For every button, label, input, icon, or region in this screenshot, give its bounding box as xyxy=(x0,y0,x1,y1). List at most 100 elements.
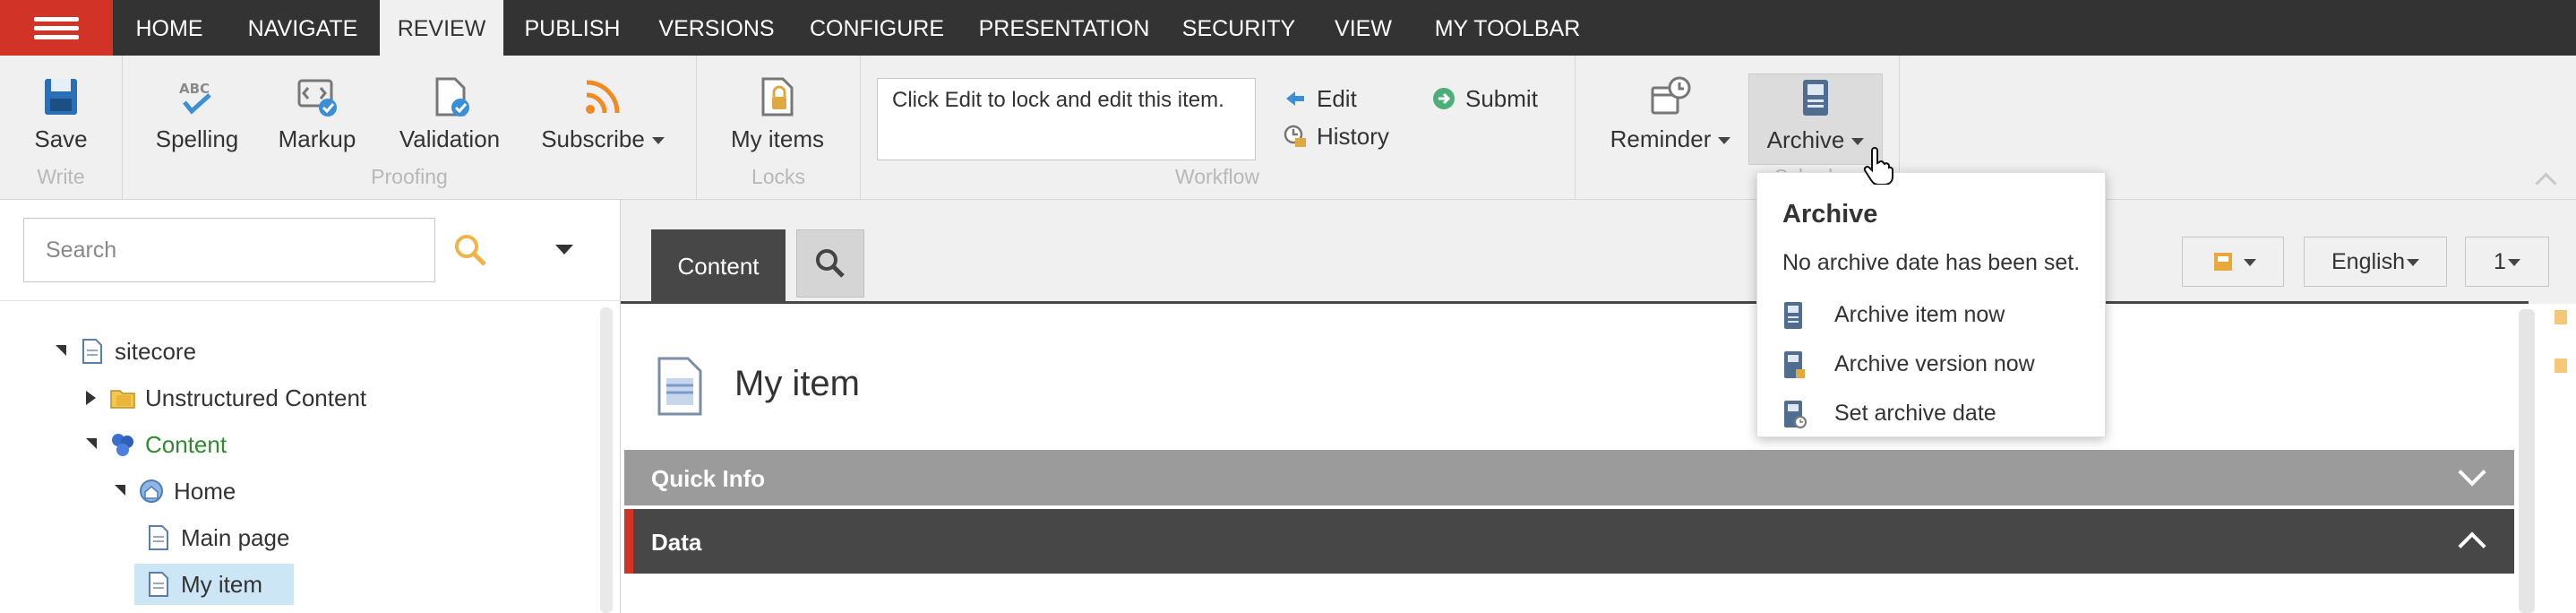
option-label: Archive version now xyxy=(1834,351,2035,376)
chevron-up-icon[interactable] xyxy=(2458,531,2486,560)
subscribe-button[interactable]: Subscribe xyxy=(537,75,668,161)
search-input[interactable] xyxy=(23,218,435,282)
tree-collapse-arrow-icon[interactable] xyxy=(115,485,125,496)
group-label-locks: Locks xyxy=(751,165,806,188)
content-cubes-icon xyxy=(112,434,133,456)
reminder-clock-icon xyxy=(1651,76,1691,115)
item-document-icon xyxy=(657,357,702,416)
spelling-icon: ABC xyxy=(179,81,211,115)
top-navigation-bar: HOME NAVIGATE REVIEW PUBLISH VERSIONS CO… xyxy=(0,0,2576,56)
save-button[interactable]: Save xyxy=(16,75,106,161)
markup-label: Markup xyxy=(278,125,356,152)
tab-search[interactable] xyxy=(796,229,864,298)
tree-node-home[interactable]: Home xyxy=(115,471,383,512)
archive-icon xyxy=(1803,80,1828,116)
save-label: Save xyxy=(34,125,88,152)
tree-node-label: My item xyxy=(181,571,262,598)
validation-icon xyxy=(435,77,469,117)
folder-icon xyxy=(110,390,135,409)
submit-arrow-icon xyxy=(1433,88,1455,109)
my-items-button[interactable]: My items xyxy=(726,75,829,161)
content-scrollbar[interactable] xyxy=(2519,309,2535,613)
section-quick-info[interactable]: Quick Info xyxy=(624,450,2514,505)
version-value: 1 xyxy=(2494,249,2506,274)
document-icon xyxy=(82,339,102,364)
validation-marker[interactable] xyxy=(2555,310,2567,324)
tab-review[interactable]: REVIEW xyxy=(380,0,503,56)
home-globe-icon xyxy=(140,479,163,503)
history-icon xyxy=(1284,125,1306,147)
reminder-label: Reminder xyxy=(1610,125,1712,152)
rss-feed-icon xyxy=(586,80,620,114)
tree-node-label: Main page xyxy=(181,524,290,551)
tab-view[interactable]: VIEW xyxy=(1311,0,1415,56)
tab-configure[interactable]: CONFIGURE xyxy=(792,0,962,56)
markup-button[interactable]: Markup xyxy=(270,75,364,161)
tree-expand-arrow-icon[interactable] xyxy=(86,391,96,405)
tree-node-sitecore[interactable]: sitecore xyxy=(56,331,324,372)
chevron-down-icon xyxy=(1718,137,1731,145)
option-label: Archive item now xyxy=(1834,302,2005,327)
main-menu-button[interactable] xyxy=(0,0,113,56)
search-options-dropdown-icon[interactable] xyxy=(555,245,573,255)
tree-collapse-arrow-icon[interactable] xyxy=(56,345,66,356)
layout-icon xyxy=(2214,253,2232,271)
tab-navigate[interactable]: NAVIGATE xyxy=(226,0,380,56)
group-label-proofing: Proofing xyxy=(371,165,448,188)
layout-dropdown-button[interactable] xyxy=(2182,237,2284,287)
popup-description: No archive date has been set. xyxy=(1782,250,2081,275)
section-data[interactable]: Data xyxy=(624,509,2514,574)
chevron-down-icon xyxy=(651,137,665,145)
tree-node-content[interactable]: Content xyxy=(86,424,355,465)
chevron-down-icon xyxy=(2507,259,2520,267)
history-label: History xyxy=(1317,123,1389,150)
item-title: My item xyxy=(734,364,860,403)
edit-icon xyxy=(1286,91,1304,106)
validation-button[interactable]: Validation xyxy=(392,75,507,161)
edit-button[interactable]: Edit xyxy=(1283,82,1390,115)
search-icon[interactable] xyxy=(452,232,490,270)
save-icon xyxy=(45,79,77,115)
divider xyxy=(0,300,620,301)
language-dropdown[interactable]: English xyxy=(2304,237,2447,287)
my-items-lock-icon xyxy=(761,77,794,117)
tab-versions[interactable]: VERSIONS xyxy=(641,0,792,56)
submit-button[interactable]: Submit xyxy=(1431,82,1557,115)
archive-version-icon xyxy=(1784,351,1805,378)
submit-label: Submit xyxy=(1465,85,1538,112)
history-button[interactable]: History xyxy=(1283,120,1417,152)
archive-item-now-option[interactable]: Archive item now xyxy=(1781,293,2085,336)
archive-label: Archive xyxy=(1766,126,1845,153)
set-archive-date-option[interactable]: Set archive date xyxy=(1781,392,2085,435)
popup-title: Archive xyxy=(1782,200,1878,229)
archive-item-icon xyxy=(1784,302,1802,329)
tree-node-main-page[interactable]: Main page xyxy=(122,517,391,558)
section-title: Data xyxy=(651,529,702,556)
tab-publish[interactable]: PUBLISH xyxy=(503,0,641,56)
tab-presentation[interactable]: PRESENTATION xyxy=(962,0,1166,56)
language-value: English xyxy=(2331,249,2405,274)
reminder-button[interactable]: Reminder xyxy=(1605,75,1736,161)
tree-collapse-arrow-icon[interactable] xyxy=(86,438,97,449)
validation-marker[interactable] xyxy=(2555,358,2567,373)
edit-label: Edit xyxy=(1317,85,1357,112)
tab-security[interactable]: SECURITY xyxy=(1166,0,1311,56)
tab-content[interactable]: Content xyxy=(651,229,786,303)
validation-label: Validation xyxy=(399,125,501,152)
chevron-down-icon xyxy=(2244,259,2256,266)
tree-node-my-item[interactable]: My item xyxy=(122,564,391,605)
tree-node-unstructured-content[interactable]: Unstructured Content xyxy=(86,377,444,419)
group-label-workflow: Workflow xyxy=(1174,165,1260,188)
version-dropdown[interactable]: 1 xyxy=(2465,237,2549,287)
tab-my-toolbar[interactable]: MY TOOLBAR xyxy=(1415,0,1600,56)
spelling-button[interactable]: ABC Spelling xyxy=(149,75,245,161)
tab-home[interactable]: HOME xyxy=(113,0,226,56)
chevron-down-icon xyxy=(1851,138,1865,146)
document-icon xyxy=(149,572,168,597)
archive-dropdown-menu: Archive No archive date has been set. Ar… xyxy=(1756,172,2106,437)
tree-scrollbar[interactable] xyxy=(600,307,613,613)
chevron-down-icon[interactable] xyxy=(2458,458,2486,487)
archive-version-now-option[interactable]: Archive version now xyxy=(1781,342,2085,385)
document-icon xyxy=(149,525,168,550)
spelling-label: Spelling xyxy=(155,125,239,152)
